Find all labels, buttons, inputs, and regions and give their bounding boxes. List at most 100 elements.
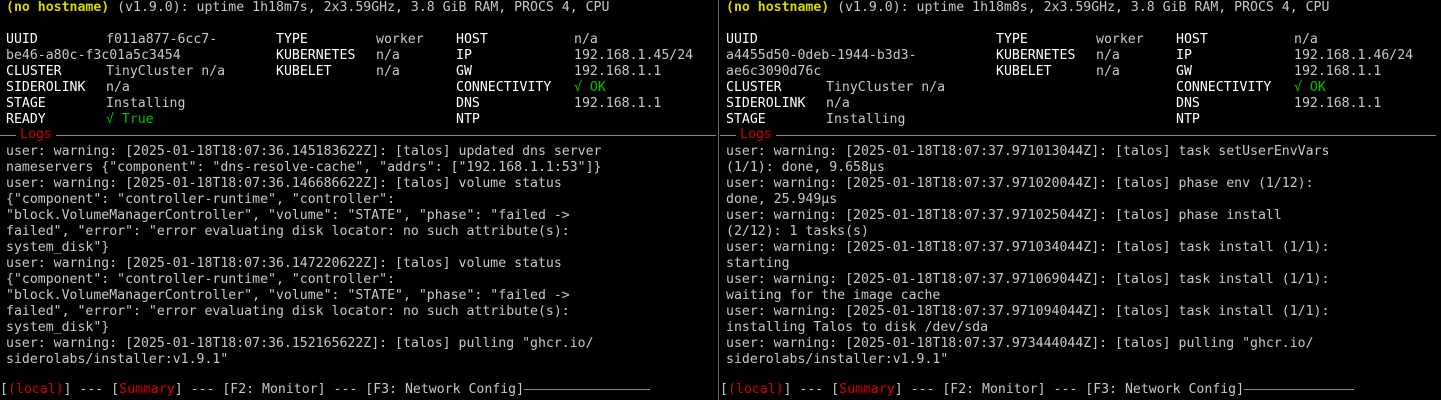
kubelet-key: KUBELET: [996, 64, 1052, 79]
log-line: user: warning: [2025-01-18T18:07:37.9710…: [726, 240, 1330, 255]
connectivity-value: √ OK: [574, 80, 606, 95]
stage-value: Installing: [826, 112, 906, 127]
cluster-key: CLUSTER: [726, 80, 782, 95]
stage-key: STAGE: [6, 96, 46, 111]
kubernetes-value: n/a: [1096, 48, 1120, 63]
dns-key: DNS: [1176, 96, 1200, 111]
log-line: siderolabs/installer:v1.9.1": [726, 352, 949, 367]
log-line: "block.VolumeManagerController", "volume…: [6, 208, 570, 223]
dns-value: 192.168.1.1: [1294, 96, 1382, 111]
uuid-key: UUID: [726, 32, 758, 47]
log-line: {"component": "controller-runtime", "con…: [6, 272, 396, 287]
log-line: installing Talos to disk /dev/sda: [726, 320, 989, 335]
ip-key: IP: [456, 48, 472, 63]
uuid-key: UUID: [6, 32, 38, 47]
kubernetes-key: KUBERNETES: [276, 48, 356, 63]
logs-panel-title: Logs: [0, 127, 718, 143]
kubelet-key: KUBELET: [276, 64, 332, 79]
kubelet-value: n/a: [376, 64, 400, 79]
log-line: siderolabs/installer:v1.9.1": [6, 352, 229, 367]
logs-label: Logs: [736, 127, 776, 143]
log-line: (2/12): 1 tasks(s): [726, 224, 869, 239]
siderolink-key: SIDEROLINK: [726, 96, 806, 111]
logs-label: Logs: [16, 127, 56, 143]
log-line: user: warning: [2025-01-18T18:07:37.9710…: [726, 208, 1282, 223]
hostname-label: (no hostname): [6, 0, 110, 15]
type-value: worker: [1096, 32, 1144, 47]
host-value: n/a: [1294, 32, 1318, 47]
tab-network-config[interactable]: F3: Network Config: [1093, 382, 1236, 397]
uuid-value-cont: ae6c3090d76c: [726, 64, 822, 79]
log-line: user: warning: [2025-01-18T18:07:37.9710…: [726, 176, 1314, 191]
connectivity-key: CONNECTIVITY: [1176, 80, 1272, 95]
siderolink-key: SIDEROLINK: [6, 80, 86, 95]
logs-panel-title: Logs: [720, 127, 1438, 143]
tab-network-config[interactable]: F3: Network Config: [373, 382, 516, 397]
type-value: worker: [376, 32, 424, 47]
gw-key: GW: [456, 64, 472, 79]
footer-tab-bar: [(local)] --- [Summary] --- [F2: Monitor…: [720, 382, 1438, 398]
log-line: user: warning: [2025-01-18T18:07:36.1451…: [6, 144, 602, 159]
ip-value: 192.168.1.46/24: [1294, 48, 1414, 63]
kubernetes-key: KUBERNETES: [996, 48, 1076, 63]
status-header: (no hostname) (v1.9.0): uptime 1h18m7s, …: [6, 0, 718, 16]
logs-divider: [720, 135, 1436, 136]
ntp-key: NTP: [456, 112, 480, 127]
log-line: user: warning: [2025-01-18T18:07:37.9710…: [726, 272, 1330, 287]
footer-rule: [524, 388, 651, 390]
system-info: (v1.9.0): uptime 1h18m7s, 2x3.59GHz, 3.8…: [109, 0, 610, 15]
hostname-label: (no hostname): [726, 0, 830, 15]
terminal-pane-right: (no hostname) (v1.9.0): uptime 1h18m8s, …: [720, 0, 1438, 400]
connectivity-key: CONNECTIVITY: [456, 80, 552, 95]
logs-divider: [0, 135, 716, 136]
tab-local[interactable]: (local): [8, 382, 64, 397]
tab-summary[interactable]: Summary: [839, 382, 895, 397]
footer-tab-bar: [(local)] --- [Summary] --- [F2: Monitor…: [0, 382, 718, 398]
host-key: HOST: [1176, 32, 1208, 47]
dns-key: DNS: [456, 96, 480, 111]
cluster-value: TinyCluster n/a: [106, 64, 226, 79]
uuid-value: a4455d50-0deb-1944-b3d3-: [726, 48, 917, 63]
ip-value: 192.168.1.45/24: [574, 48, 694, 63]
kubelet-value: n/a: [1096, 64, 1120, 79]
pane-divider: [718, 0, 719, 400]
log-line: user: warning: [2025-01-18T18:07:37.9710…: [726, 304, 1330, 319]
footer-rule: [1244, 388, 1355, 390]
log-line: "block.VolumeManagerController", "volume…: [6, 288, 570, 303]
tab-local[interactable]: (local): [728, 382, 784, 397]
type-key: TYPE: [276, 32, 308, 47]
log-line: user: warning: [2025-01-18T18:07:36.1472…: [6, 256, 562, 271]
ready-value: √ True: [106, 112, 154, 127]
log-line: user: warning: [2025-01-18T18:07:37.9710…: [726, 144, 1330, 159]
log-line: user: warning: [2025-01-18T18:07:37.9734…: [726, 336, 1314, 351]
tab-summary[interactable]: Summary: [119, 382, 175, 397]
status-header: (no hostname) (v1.9.0): uptime 1h18m8s, …: [726, 0, 1438, 16]
tab-monitor[interactable]: F2: Monitor: [230, 382, 317, 397]
stage-value: Installing: [106, 96, 186, 111]
ip-key: IP: [1176, 48, 1192, 63]
log-line: waiting for the image cache: [726, 288, 941, 303]
ready-key: READY: [6, 112, 46, 127]
tab-monitor[interactable]: F2: Monitor: [950, 382, 1037, 397]
type-key: TYPE: [996, 32, 1028, 47]
uuid-value: f011a877-6cc7-: [106, 32, 218, 47]
siderolink-value: n/a: [826, 96, 850, 111]
gw-key: GW: [1176, 64, 1192, 79]
gw-value: 192.168.1.1: [1294, 64, 1382, 79]
log-line: failed", "error": "error evaluating disk…: [6, 224, 570, 239]
log-line: nameservers {"component": "dns-resolve-c…: [6, 160, 602, 175]
siderolink-value: n/a: [106, 80, 130, 95]
gw-value: 192.168.1.1: [574, 64, 662, 79]
ntp-key: NTP: [1176, 112, 1200, 127]
log-line: system_disk"}: [6, 320, 110, 335]
log-line: user: warning: [2025-01-18T18:07:36.1466…: [6, 176, 562, 191]
host-value: n/a: [574, 32, 598, 47]
log-line: failed", "error": "error evaluating disk…: [6, 304, 570, 319]
terminal-pane-left: (no hostname) (v1.9.0): uptime 1h18m7s, …: [0, 0, 718, 400]
system-info: (v1.9.0): uptime 1h18m8s, 2x3.59GHz, 3.8…: [829, 0, 1330, 15]
log-line: {"component": "controller-runtime", "con…: [6, 192, 396, 207]
kubernetes-value: n/a: [376, 48, 400, 63]
host-key: HOST: [456, 32, 488, 47]
log-line: starting: [726, 256, 790, 271]
connectivity-value: √ OK: [1294, 80, 1326, 95]
